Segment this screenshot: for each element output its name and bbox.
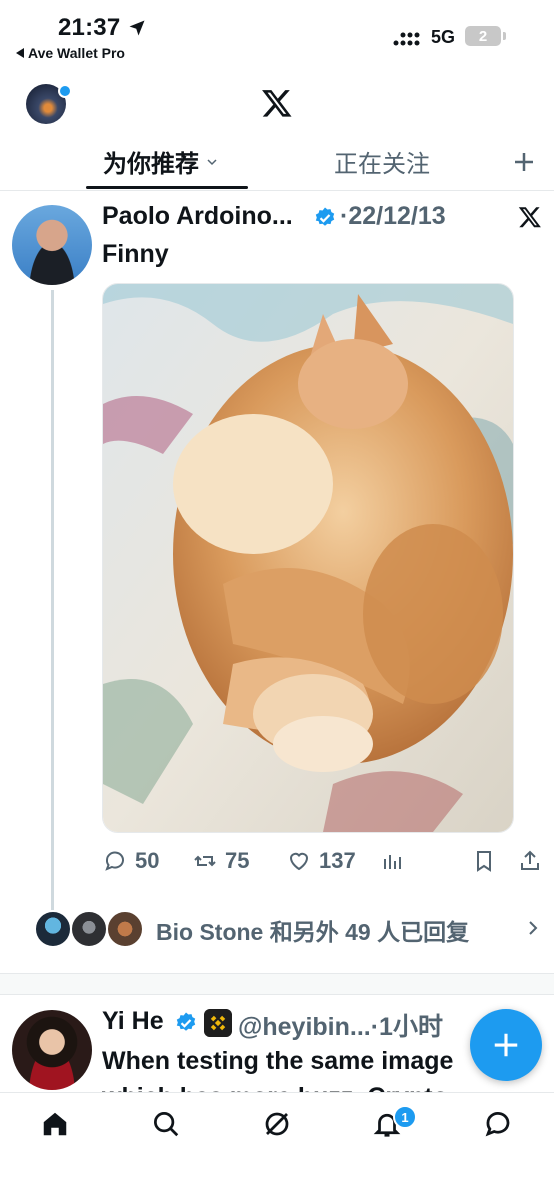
battery-cap [503,32,506,40]
add-tab-plus-icon[interactable] [512,150,536,174]
chevron-down-icon [207,158,217,165]
notifications-badge: 1 [393,1105,417,1129]
verified-badge-icon[interactable] [313,206,337,230]
reply-icon [105,851,124,871]
cat-photo-illustration [103,284,513,832]
avatar-notification-dot [58,84,72,98]
tab-active-indicator [86,186,248,189]
share-button[interactable] [518,846,542,876]
tweet2-time: ·1小时 [370,1013,443,1041]
header-divider [0,190,554,191]
plus-icon [494,1033,518,1057]
replier-avatar [70,910,108,948]
back-triangle-icon [16,48,24,58]
back-app-label: Ave Wallet Pro [28,45,125,61]
like-count: 137 [319,848,356,873]
replier-avatar [106,910,144,948]
x-badge-icon [518,207,541,228]
replied-by-text[interactable]: Bio Stone 和另外 49 人已回复 [156,913,469,947]
reply-button[interactable]: 50 [103,846,159,876]
battery-indicator: 2 [465,26,501,46]
views-button[interactable] [381,846,405,876]
share-icon [521,850,539,870]
signal-icon [393,32,420,46]
messages-icon[interactable] [483,1109,513,1139]
tab-following[interactable]: 正在关注 [334,144,430,179]
replier-avatar [34,910,72,948]
thread-line [51,290,54,910]
tweet1-author-name[interactable]: Paolo Ardoino... [102,202,293,231]
tweet2-handle: @heyibin... [238,1013,371,1041]
tweet1-text: Finny [102,240,169,268]
bookmark-button[interactable] [472,846,496,876]
retweet-icon [194,855,216,867]
back-to-app-link[interactable]: Ave Wallet Pro [16,45,125,61]
search-icon[interactable] [151,1109,181,1139]
grok-icon[interactable] [262,1109,292,1139]
like-button[interactable]: 137 [287,846,356,876]
network-type: 5G [431,27,456,47]
verified-badge-icon[interactable] [174,1011,198,1035]
retweet-button[interactable]: 75 [193,846,249,876]
tweet1-media-image[interactable] [102,283,514,833]
retweet-count: 75 [225,848,250,873]
tweet2-handle-time: @heyibin...·1小时 [238,1007,443,1043]
status-time: 21:37 [58,14,121,41]
chevron-right-icon[interactable] [527,920,539,936]
tweet-separator [0,973,554,995]
heart-icon [289,852,309,871]
replier-avatars[interactable] [34,910,144,948]
tweet2-author-avatar[interactable] [12,1010,92,1090]
bookmark-icon [477,851,491,872]
location-arrow-icon [129,20,145,36]
tweet1-author-avatar[interactable] [12,205,92,285]
tab-for-you[interactable]: 为你推荐 [103,144,217,179]
tab-for-you-label: 为你推荐 [103,151,199,178]
home-icon[interactable] [40,1109,70,1139]
tweet1-date: ·22/12/13 [340,202,446,230]
views-chart-icon [384,855,401,869]
binance-affiliate-icon[interactable] [204,1009,232,1037]
compose-post-button[interactable] [470,1009,542,1081]
reply-count: 50 [135,848,160,873]
bottom-navigation: 1 [0,1092,554,1201]
x-logo-icon[interactable] [261,87,293,119]
tweet2-author-name[interactable]: Yi He [102,1007,164,1036]
